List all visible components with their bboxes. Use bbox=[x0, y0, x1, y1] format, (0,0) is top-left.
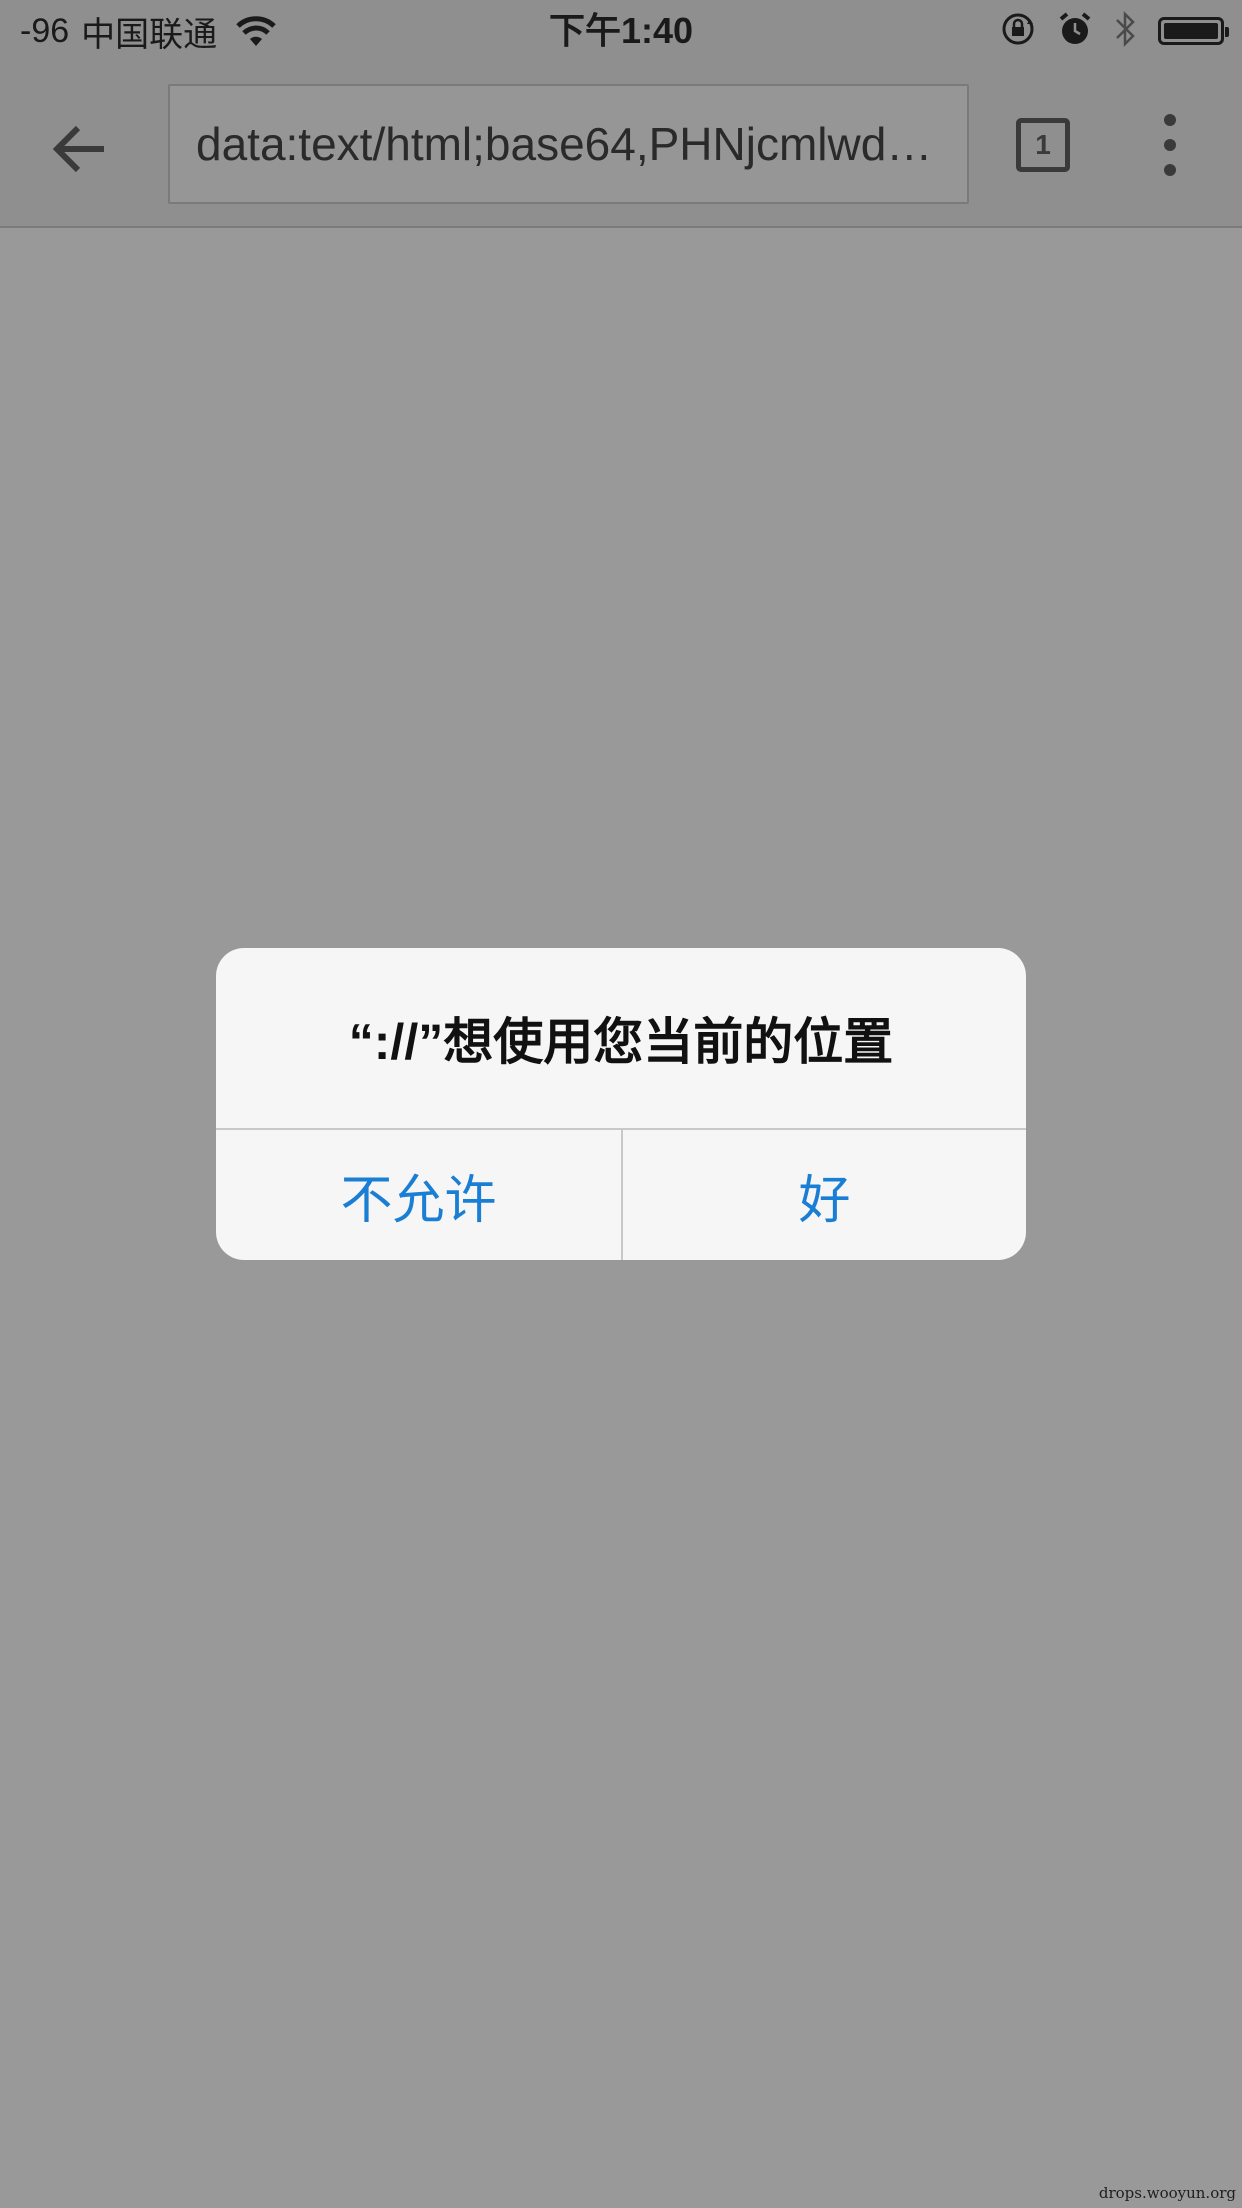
menu-dot bbox=[1164, 114, 1176, 126]
browser-toolbar: data:text/html;base64,PHNjcmlwdD5uYXZpZ2… bbox=[0, 62, 1242, 228]
bluetooth-icon bbox=[1114, 10, 1136, 53]
deny-button[interactable]: 不允许 bbox=[216, 1130, 621, 1260]
screen: -96 中国联通 下午1:40 data:text/html;base64,PH… bbox=[0, 0, 1242, 2208]
location-permission-dialog: “://”想使用您当前的位置 不允许 好 bbox=[216, 948, 1026, 1260]
address-bar-text: data:text/html;base64,PHNjcmlwdD5uYXZpZ2… bbox=[196, 118, 955, 170]
tab-switcher-button[interactable]: 1 bbox=[1016, 118, 1070, 172]
alarm-icon bbox=[1058, 11, 1092, 52]
status-bar: -96 中国联通 下午1:40 bbox=[0, 0, 1242, 62]
status-right bbox=[978, 10, 1229, 53]
battery-level bbox=[1164, 23, 1218, 39]
more-vert-icon[interactable] bbox=[1154, 114, 1186, 176]
address-bar[interactable]: data:text/html;base64,PHNjcmlwdD5uYXZpZ2… bbox=[168, 84, 969, 204]
menu-dot bbox=[1164, 164, 1176, 176]
back-arrow-icon[interactable] bbox=[48, 117, 112, 181]
orientation-lock-icon bbox=[1000, 11, 1036, 52]
allow-button[interactable]: 好 bbox=[622, 1130, 1026, 1260]
dialog-message: “://”想使用您当前的位置 bbox=[348, 1014, 894, 1070]
watermark: drops.wooyun.org bbox=[1098, 2184, 1236, 2202]
battery-tip bbox=[1225, 27, 1229, 37]
menu-dot bbox=[1164, 139, 1176, 151]
battery-icon bbox=[1158, 17, 1229, 45]
